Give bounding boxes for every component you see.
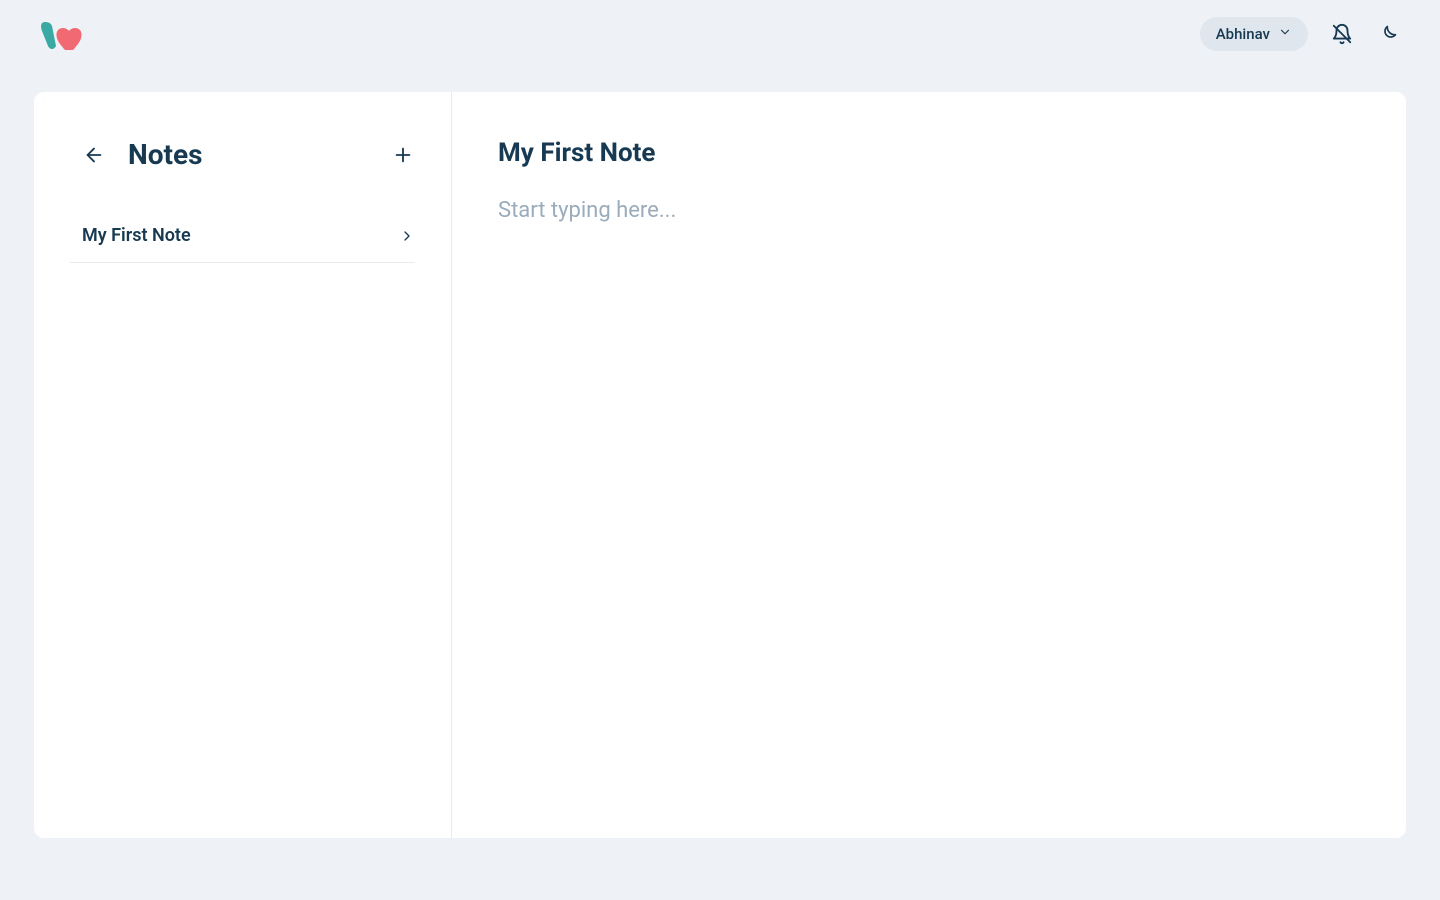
note-item-label: My First Note xyxy=(82,225,191,246)
note-editor: My First Note xyxy=(452,92,1406,838)
top-bar: Abhinav xyxy=(0,0,1440,68)
back-button[interactable] xyxy=(82,143,106,167)
note-list-item[interactable]: My First Note xyxy=(70,209,415,263)
notifications-off-icon[interactable] xyxy=(1330,22,1354,46)
note-title: My First Note xyxy=(498,138,1360,168)
user-name: Abhinav xyxy=(1216,25,1270,43)
notes-sidebar: Notes My First Note xyxy=(34,92,452,838)
sidebar-title: Notes xyxy=(128,138,369,171)
dark-mode-toggle[interactable] xyxy=(1376,22,1400,46)
chevron-right-icon xyxy=(399,228,415,244)
add-note-button[interactable] xyxy=(391,143,415,167)
user-menu[interactable]: Abhinav xyxy=(1200,17,1308,51)
note-body-input[interactable] xyxy=(498,198,1360,598)
app-logo[interactable] xyxy=(40,18,86,50)
chevron-down-icon xyxy=(1278,25,1292,43)
header-right: Abhinav xyxy=(1200,17,1400,51)
main-card: Notes My First Note My First Note xyxy=(34,92,1406,838)
sidebar-header: Notes xyxy=(82,138,415,171)
